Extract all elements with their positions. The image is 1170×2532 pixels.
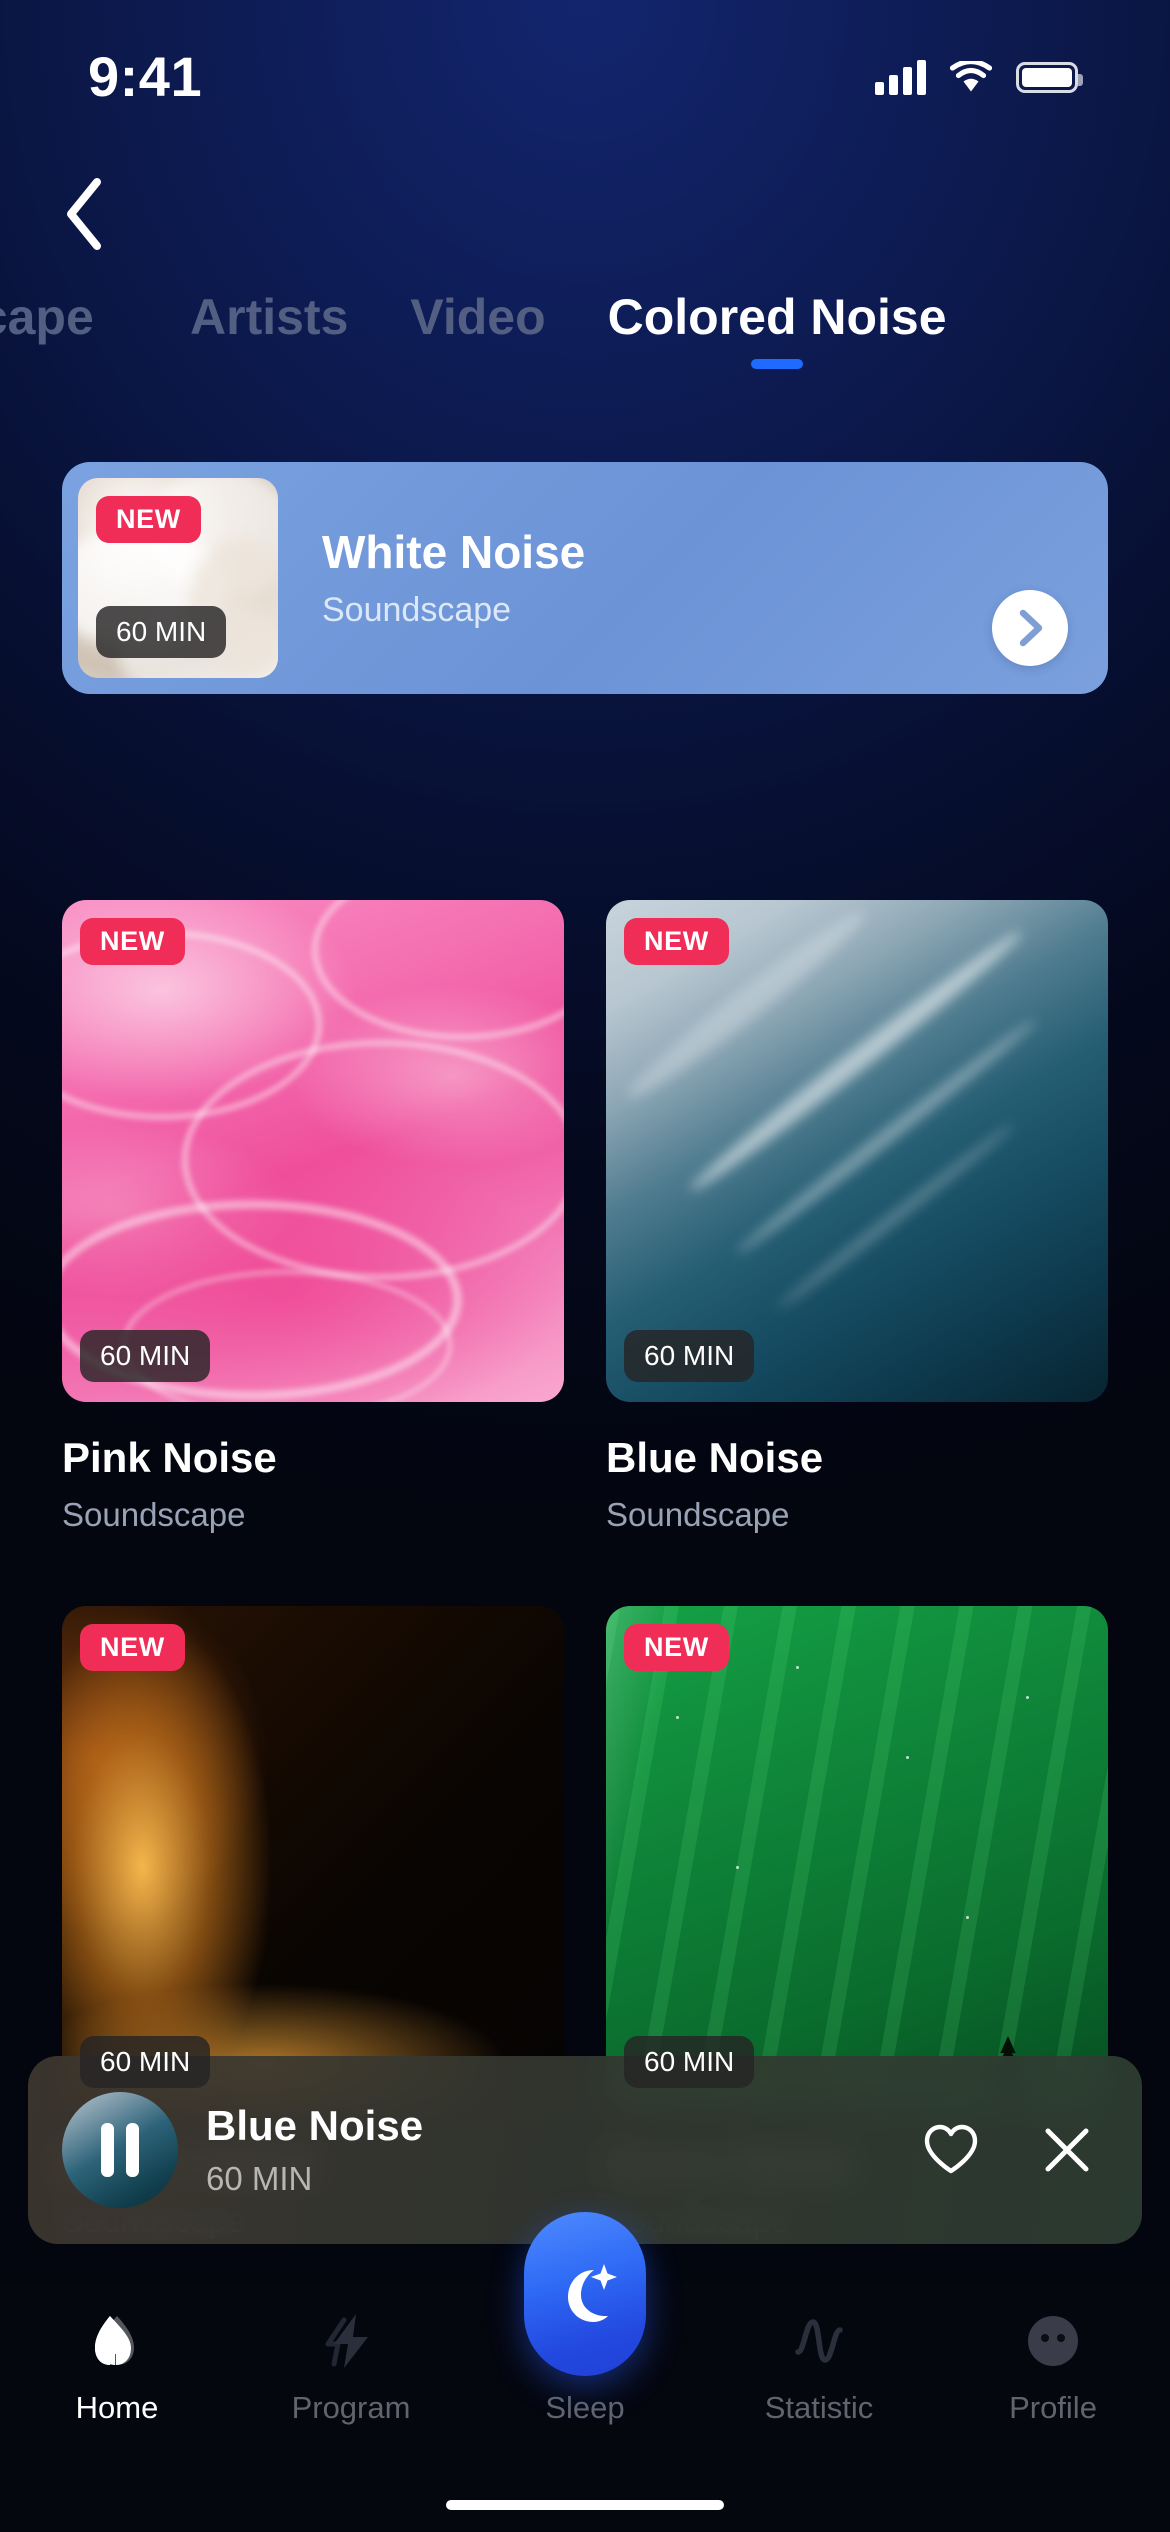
tab-label: Colored Noise [607,289,947,345]
chevron-left-icon [67,178,101,250]
pause-icon [101,2123,139,2177]
status-time: 9:41 [88,44,203,108]
chevron-right-icon [1019,609,1043,647]
nav-item-home[interactable]: Home [27,2310,207,2426]
tab-artists[interactable]: Artists [190,290,348,369]
featured-open-button[interactable] [992,590,1068,666]
home-icon [86,2310,148,2372]
duration-badge: 60 MIN [624,2036,755,2088]
status-bar: 9:41 [0,0,1170,140]
new-badge: NEW [624,1624,729,1671]
close-button[interactable] [1036,2119,1098,2181]
battery-icon [1016,61,1083,93]
nav-label: Sleep [545,2390,625,2425]
noise-card-blue: NEW 60 MIN Blue Noise Soundscape [606,900,1108,1534]
duration-badge: 60 MIN [96,606,227,658]
lightning-bolt-icon [322,2310,380,2372]
card-subtitle: Soundscape [62,1496,246,1533]
mini-player-text: Blue Noise 60 MIN [206,2102,892,2198]
featured-card-body: White Noise Soundscape [278,526,1092,630]
nav-label: Program [291,2390,411,2425]
featured-card-white-noise[interactable]: NEW 60 MIN White Noise Soundscape [62,462,1108,694]
new-badge: NEW [80,918,185,965]
noise-card-pink: NEW 60 MIN Pink Noise Soundscape [62,900,564,1534]
mini-player-title: Blue Noise [206,2102,424,2149]
close-icon [1045,2128,1089,2172]
duration-badge: 60 MIN [80,1330,211,1382]
cellular-signal-icon [875,59,926,95]
duration-badge: 60 MIN [624,1330,755,1382]
heart-outline-icon [924,2124,978,2174]
new-badge: NEW [80,1624,185,1671]
status-icons [875,58,1083,95]
activity-pulse-icon [788,2310,850,2372]
nav-item-sleep[interactable]: Sleep [495,2212,675,2426]
nav-item-program[interactable]: Program [261,2310,441,2426]
home-indicator [446,2500,724,2510]
moon-sparkle-icon [568,2264,617,2322]
nav-label: Home [75,2390,159,2425]
card-artwork[interactable]: NEW 60 MIN [606,900,1108,1402]
new-badge: NEW [96,496,201,543]
card-title: Blue Noise [606,1434,824,1481]
category-tab-bar: scape Artists Video Colored Noise [0,290,1170,410]
nav-item-profile[interactable]: Profile [963,2310,1143,2426]
card-artwork[interactable]: NEW 60 MIN [62,1606,564,2108]
mini-player-subtitle: 60 MIN [206,2160,313,2197]
active-tab-indicator [751,359,804,369]
card-title: Pink Noise [62,1434,277,1481]
tab-colored-noise[interactable]: Colored Noise [608,290,947,369]
tab-video[interactable]: Video [410,290,545,369]
favorite-button[interactable] [920,2119,982,2181]
nav-item-statistic[interactable]: Statistic [729,2310,909,2426]
nav-label: Profile [1009,2390,1097,2425]
noise-card-grid: NEW 60 MIN Pink Noise Soundscape NEW 60 … [62,900,1108,2240]
card-artwork[interactable]: NEW 60 MIN [606,1606,1108,2108]
sleep-action-button[interactable] [524,2212,646,2376]
new-badge: NEW [624,918,729,965]
card-artwork[interactable]: NEW 60 MIN [62,900,564,1402]
back-button[interactable] [42,172,126,256]
mini-player-play-pause-button[interactable] [62,2092,178,2208]
profile-face-icon [1022,2310,1084,2372]
wifi-icon [949,58,993,93]
tab-soundscape[interactable]: scape [0,290,152,369]
duration-badge: 60 MIN [80,2036,211,2088]
mini-player-actions [920,2119,1098,2181]
featured-subtitle: Soundscape [322,590,512,629]
featured-title: White Noise [322,526,586,579]
tab-label: scape [0,290,94,345]
tab-label: Video [410,289,546,345]
card-subtitle: Soundscape [606,1496,790,1533]
bottom-navigation-bar: Home Program Sleep Statistic Profile [0,2212,1170,2532]
featured-thumbnail: NEW 60 MIN [78,478,278,678]
app-screen: 9:41 scape Artists [0,0,1170,2532]
tab-label: Artists [190,289,349,345]
nav-label: Statistic [764,2390,874,2425]
